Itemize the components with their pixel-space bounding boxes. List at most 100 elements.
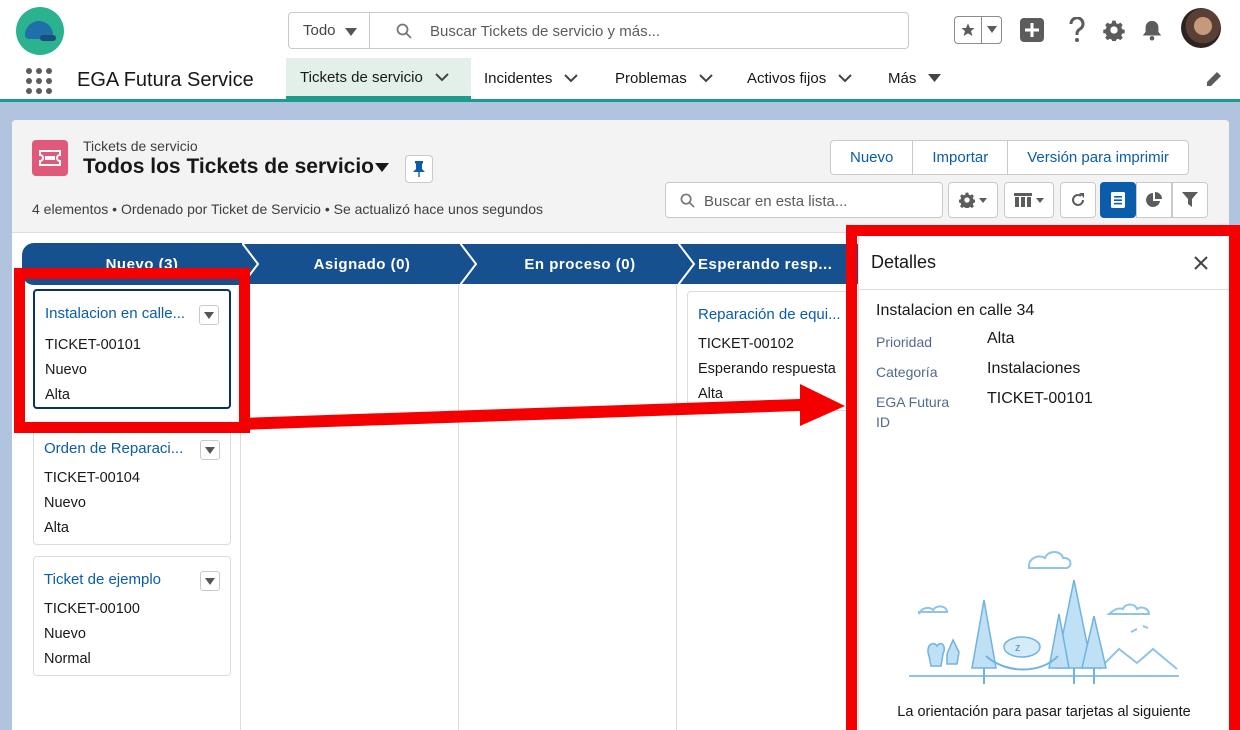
- list-settings-button[interactable]: [948, 182, 998, 218]
- help-icon: [1069, 17, 1085, 42]
- card-ticket-id: TICKET-00100: [44, 601, 140, 617]
- list-search-input[interactable]: [704, 190, 934, 212]
- global-actions-button[interactable]: [1019, 13, 1045, 47]
- nav-tab-label: Tickets de servicio: [300, 68, 423, 86]
- caret-down-icon: [1036, 197, 1044, 203]
- nav-tab-incidentes[interactable]: Incidentes: [470, 58, 592, 99]
- nav-tab-label: Más: [888, 70, 917, 87]
- ticket-object-icon: [32, 140, 68, 176]
- kanban-card[interactable]: Ticket de ejemplo TICKET-00100 Nuevo Nor…: [33, 556, 231, 676]
- nav-tab-label: Problemas: [615, 70, 687, 87]
- printable-view-button[interactable]: Versión para imprimir: [1008, 141, 1188, 174]
- favorites-button-group: [954, 16, 1002, 44]
- global-header: Todo: [0, 0, 1240, 58]
- lane-column-asignado: [241, 285, 459, 730]
- lane-header-en-proceso[interactable]: En proceso (0): [460, 243, 700, 285]
- close-icon[interactable]: [1191, 253, 1211, 273]
- nav-tab-tickets-de-servicio[interactable]: Tickets de servicio: [286, 58, 471, 99]
- chevron-down-icon[interactable]: [698, 74, 713, 83]
- list-meta-info: 4 elementos • Ordenado por Ticket de Ser…: [32, 201, 543, 217]
- pin-list-button[interactable]: [405, 155, 433, 183]
- refresh-icon: [1072, 193, 1084, 206]
- global-search-box[interactable]: [369, 12, 909, 49]
- card-status: Nuevo: [45, 362, 87, 378]
- object-label: Tickets de servicio: [83, 138, 198, 154]
- card-status: Esperando respuesta: [698, 361, 836, 377]
- card-title-link[interactable]: Reparación de equi...: [698, 306, 848, 323]
- list-view-title[interactable]: Todos los Tickets de servicio: [83, 155, 374, 179]
- card-title-link[interactable]: Ticket de ejemplo: [44, 571, 194, 588]
- caret-down-icon[interactable]: [375, 163, 389, 172]
- caret-down-icon: [979, 197, 987, 203]
- user-avatar[interactable]: [1181, 8, 1221, 48]
- pencil-icon: [1207, 72, 1221, 86]
- field-label-prioridad: Prioridad: [876, 334, 933, 350]
- field-value-ega-futura-id: TICKET-00101: [987, 390, 1093, 407]
- notifications-button[interactable]: [1139, 13, 1165, 47]
- company-logo[interactable]: [16, 7, 64, 55]
- details-record-name: Instalacion en calle 34: [876, 302, 1035, 319]
- import-button[interactable]: Importar: [913, 141, 1009, 174]
- nav-tab-label: Incidentes: [484, 70, 553, 87]
- help-button[interactable]: [1064, 13, 1090, 47]
- chevron-down-icon[interactable]: [435, 72, 449, 82]
- global-search-input[interactable]: [430, 19, 890, 43]
- lane-column-en-proceso: [459, 285, 677, 730]
- card-menu-button[interactable]: [199, 305, 219, 325]
- caret-down-icon: [928, 74, 942, 82]
- app-launcher-icon[interactable]: [26, 68, 52, 94]
- chevron-down-icon: [986, 26, 997, 33]
- new-button[interactable]: Nuevo: [831, 141, 914, 174]
- display-as-button[interactable]: [1004, 182, 1054, 218]
- app-name: EGA Futura Service: [77, 69, 254, 91]
- details-title: Detalles: [871, 252, 937, 272]
- favorites-star-button[interactable]: [955, 17, 983, 43]
- search-icon: [396, 23, 412, 39]
- field-value-prioridad: Alta: [987, 330, 1015, 347]
- filters-button[interactable]: [1172, 182, 1208, 218]
- annotation-arrow: [240, 384, 845, 430]
- empty-state-illustration: z: [909, 551, 1179, 684]
- search-scope-label: Todo: [303, 22, 336, 39]
- chevron-down-icon[interactable]: [838, 74, 852, 83]
- nav-tab-mas[interactable]: Más: [874, 58, 955, 99]
- card-ticket-id: TICKET-00104: [44, 470, 140, 486]
- search-scope-dropdown[interactable]: Todo: [288, 12, 370, 49]
- list-view-header: Tickets de servicio Todos los Tickets de…: [12, 120, 1229, 233]
- card-ticket-id: TICKET-00102: [698, 336, 794, 352]
- details-footer-text: La orientación para pasar tarjetas al si…: [897, 704, 1191, 720]
- chevron-down-icon[interactable]: [564, 74, 579, 83]
- favorites-list-button[interactable]: [982, 17, 1001, 43]
- lane-title: Esperando resp...: [698, 255, 833, 273]
- app-nav-bar: EGA Futura Service Tickets de servicio I…: [0, 58, 1240, 102]
- card-menu-button[interactable]: [200, 571, 220, 591]
- card-priority: Alta: [44, 520, 69, 536]
- gear-icon: [959, 192, 975, 208]
- card-ticket-id: TICKET-00101: [45, 337, 141, 353]
- kanban-card[interactable]: Orden de Reparaci... TICKET-00104 Nuevo …: [33, 425, 231, 545]
- refresh-button[interactable]: [1060, 182, 1096, 218]
- field-label-ega-futura-id: EGA Futura ID: [876, 394, 950, 430]
- details-toggle-button[interactable]: [1100, 182, 1136, 218]
- lane-column-nuevo: Instalacion en calle... TICKET-00101 Nue…: [23, 285, 241, 730]
- gear-icon: [1103, 20, 1125, 41]
- nav-tab-activos-fijos[interactable]: Activos fijos: [733, 58, 866, 99]
- lane-header-asignado[interactable]: Asignado (0): [242, 243, 482, 285]
- card-priority: Alta: [45, 387, 70, 403]
- table-icon: [1014, 193, 1032, 207]
- chevron-down-icon: [345, 28, 357, 36]
- edit-nav-button[interactable]: [1205, 71, 1222, 93]
- bell-icon: [1142, 20, 1162, 41]
- lane-title: Asignado (0): [313, 255, 411, 273]
- charts-button[interactable]: [1136, 182, 1172, 218]
- setup-button[interactable]: [1101, 13, 1127, 47]
- card-menu-button[interactable]: [200, 440, 220, 460]
- list-search-box[interactable]: [665, 182, 943, 218]
- nav-tab-problemas[interactable]: Problemas: [601, 58, 727, 99]
- card-title-link[interactable]: Instalacion en calle...: [45, 305, 195, 322]
- lane-header-nuevo[interactable]: Nuevo (3): [22, 243, 267, 285]
- details-panel-header: Detalles: [859, 236, 1229, 290]
- card-title-link[interactable]: Orden de Reparaci...: [44, 440, 194, 457]
- kanban-card[interactable]: Instalacion en calle... TICKET-00101 Nue…: [33, 289, 231, 409]
- nav-tab-label: Activos fijos: [747, 70, 827, 87]
